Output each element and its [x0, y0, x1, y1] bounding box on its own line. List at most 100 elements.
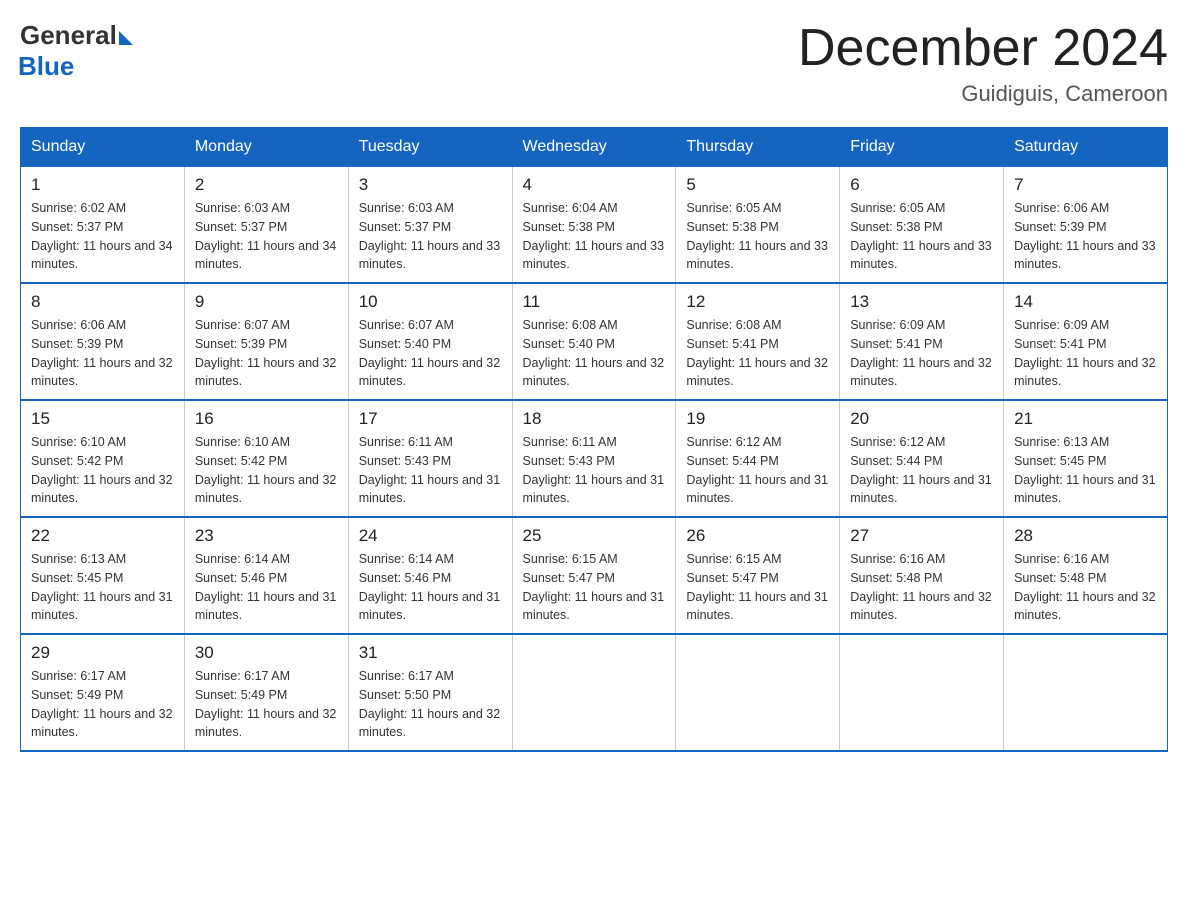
day-info: Sunrise: 6:09 AMSunset: 5:41 PMDaylight:… [850, 316, 993, 391]
calendar-cell: 18 Sunrise: 6:11 AMSunset: 5:43 PMDayligh… [512, 400, 676, 517]
calendar-cell: 9Sunrise: 6:07 AMSunset: 5:39 PMDaylight… [184, 283, 348, 400]
calendar-body: 1 Sunrise: 6:02 AMSunset: 5:37 PMDaylight… [21, 167, 1168, 752]
day-info: Sunrise: 6:15 AMSunset: 5:47 PMDaylight:… [686, 550, 829, 625]
week-row-1: 1 Sunrise: 6:02 AMSunset: 5:37 PMDaylight… [21, 167, 1168, 284]
day-info: Sunrise: 6:11 AMSunset: 5:43 PMDaylight:… [359, 433, 502, 508]
day-number: 22 [31, 526, 174, 546]
day-info: Sunrise: 6:03 AMSunset: 5:37 PMDaylight:… [195, 199, 338, 274]
day-info: Sunrise: 6:13 AMSunset: 5:45 PMDaylight:… [1014, 433, 1157, 508]
calendar-cell: 29Sunrise: 6:17 AMSunset: 5:49 PMDayligh… [21, 634, 185, 751]
day-info: Sunrise: 6:10 AMSunset: 5:42 PMDaylight:… [195, 433, 338, 508]
day-number: 18 [523, 409, 666, 429]
day-info: Sunrise: 6:09 AMSunset: 5:41 PMDaylight:… [1014, 316, 1157, 391]
day-number: 10 [359, 292, 502, 312]
week-row-3: 15Sunrise: 6:10 AMSunset: 5:42 PMDayligh… [21, 400, 1168, 517]
calendar-cell: 15Sunrise: 6:10 AMSunset: 5:42 PMDayligh… [21, 400, 185, 517]
calendar-cell: 11 Sunrise: 6:08 AMSunset: 5:40 PMDayligh… [512, 283, 676, 400]
calendar-table: SundayMondayTuesdayWednesdayThursdayFrid… [20, 127, 1168, 752]
day-info: Sunrise: 6:13 AMSunset: 5:45 PMDaylight:… [31, 550, 174, 625]
day-number: 5 [686, 175, 829, 195]
day-info: Sunrise: 6:05 AMSunset: 5:38 PMDaylight:… [686, 199, 829, 274]
calendar-cell: 26Sunrise: 6:15 AMSunset: 5:47 PMDayligh… [676, 517, 840, 634]
month-title: December 2024 [798, 20, 1168, 77]
day-number: 31 [359, 643, 502, 663]
day-info: Sunrise: 6:02 AMSunset: 5:37 PMDaylight:… [31, 199, 174, 274]
calendar-header: SundayMondayTuesdayWednesdayThursdayFrid… [21, 128, 1168, 167]
day-info: Sunrise: 6:15 AMSunset: 5:47 PMDaylight:… [523, 550, 666, 625]
logo-blue-text: Blue [18, 51, 74, 82]
day-number: 28 [1014, 526, 1157, 546]
day-number: 11 [523, 292, 666, 312]
title-area: December 2024 Guidiguis, Cameroon [798, 20, 1168, 107]
calendar-cell: 30 Sunrise: 6:17 AMSunset: 5:49 PMDayligh… [184, 634, 348, 751]
day-info: Sunrise: 6:08 AMSunset: 5:41 PMDaylight:… [686, 316, 829, 391]
calendar-cell: 4Sunrise: 6:04 AMSunset: 5:38 PMDaylight… [512, 167, 676, 284]
location-subtitle: Guidiguis, Cameroon [798, 81, 1168, 107]
day-info: Sunrise: 6:12 AMSunset: 5:44 PMDaylight:… [686, 433, 829, 508]
day-number: 2 [195, 175, 338, 195]
calendar-cell: 1 Sunrise: 6:02 AMSunset: 5:37 PMDaylight… [21, 167, 185, 284]
day-number: 25 [523, 526, 666, 546]
header-cell-friday: Friday [840, 128, 1004, 167]
day-number: 16 [195, 409, 338, 429]
calendar-cell: 3Sunrise: 6:03 AMSunset: 5:37 PMDaylight… [348, 167, 512, 284]
day-number: 4 [523, 175, 666, 195]
day-info: Sunrise: 6:07 AMSunset: 5:40 PMDaylight:… [359, 316, 502, 391]
day-info: Sunrise: 6:17 AMSunset: 5:49 PMDaylight:… [195, 667, 338, 742]
day-info: Sunrise: 6:16 AMSunset: 5:48 PMDaylight:… [1014, 550, 1157, 625]
logo-general-text: General [20, 20, 117, 51]
calendar-cell: 24 Sunrise: 6:14 AMSunset: 5:46 PMDayligh… [348, 517, 512, 634]
header-cell-wednesday: Wednesday [512, 128, 676, 167]
calendar-cell: 10 Sunrise: 6:07 AMSunset: 5:40 PMDayligh… [348, 283, 512, 400]
calendar-cell: 6 Sunrise: 6:05 AMSunset: 5:38 PMDaylight… [840, 167, 1004, 284]
logo: General Blue [20, 20, 133, 82]
day-number: 6 [850, 175, 993, 195]
calendar-cell: 25 Sunrise: 6:15 AMSunset: 5:47 PMDayligh… [512, 517, 676, 634]
day-info: Sunrise: 6:14 AMSunset: 5:46 PMDaylight:… [195, 550, 338, 625]
calendar-cell [840, 634, 1004, 751]
calendar-cell [512, 634, 676, 751]
header-cell-saturday: Saturday [1004, 128, 1168, 167]
calendar-cell: 21 Sunrise: 6:13 AMSunset: 5:45 PMDayligh… [1004, 400, 1168, 517]
calendar-cell: 12 Sunrise: 6:08 AMSunset: 5:41 PMDayligh… [676, 283, 840, 400]
header-cell-sunday: Sunday [21, 128, 185, 167]
logo-triangle-icon [119, 31, 133, 45]
page-header: General Blue December 2024 Guidiguis, Ca… [20, 20, 1168, 107]
day-number: 27 [850, 526, 993, 546]
header-cell-thursday: Thursday [676, 128, 840, 167]
day-number: 13 [850, 292, 993, 312]
header-cell-monday: Monday [184, 128, 348, 167]
day-number: 30 [195, 643, 338, 663]
day-number: 21 [1014, 409, 1157, 429]
header-cell-tuesday: Tuesday [348, 128, 512, 167]
day-number: 8 [31, 292, 174, 312]
day-number: 1 [31, 175, 174, 195]
day-info: Sunrise: 6:10 AMSunset: 5:42 PMDaylight:… [31, 433, 174, 508]
calendar-cell: 5 Sunrise: 6:05 AMSunset: 5:38 PMDaylight… [676, 167, 840, 284]
day-number: 9 [195, 292, 338, 312]
day-number: 14 [1014, 292, 1157, 312]
day-info: Sunrise: 6:08 AMSunset: 5:40 PMDaylight:… [523, 316, 666, 391]
calendar-cell: 13 Sunrise: 6:09 AMSunset: 5:41 PMDayligh… [840, 283, 1004, 400]
day-info: Sunrise: 6:14 AMSunset: 5:46 PMDaylight:… [359, 550, 502, 625]
calendar-cell: 31Sunrise: 6:17 AMSunset: 5:50 PMDayligh… [348, 634, 512, 751]
calendar-cell: 8 Sunrise: 6:06 AMSunset: 5:39 PMDaylight… [21, 283, 185, 400]
week-row-4: 22 Sunrise: 6:13 AMSunset: 5:45 PMDayligh… [21, 517, 1168, 634]
day-info: Sunrise: 6:05 AMSunset: 5:38 PMDaylight:… [850, 199, 993, 274]
calendar-cell [1004, 634, 1168, 751]
calendar-cell: 2 Sunrise: 6:03 AMSunset: 5:37 PMDaylight… [184, 167, 348, 284]
calendar-cell: 14 Sunrise: 6:09 AMSunset: 5:41 PMDayligh… [1004, 283, 1168, 400]
calendar-cell: 20Sunrise: 6:12 AMSunset: 5:44 PMDayligh… [840, 400, 1004, 517]
day-info: Sunrise: 6:12 AMSunset: 5:44 PMDaylight:… [850, 433, 993, 508]
day-number: 7 [1014, 175, 1157, 195]
day-info: Sunrise: 6:06 AMSunset: 5:39 PMDaylight:… [31, 316, 174, 391]
calendar-cell: 7Sunrise: 6:06 AMSunset: 5:39 PMDaylight… [1004, 167, 1168, 284]
day-number: 24 [359, 526, 502, 546]
calendar-cell: 23Sunrise: 6:14 AMSunset: 5:46 PMDayligh… [184, 517, 348, 634]
calendar-cell [676, 634, 840, 751]
calendar-cell: 22 Sunrise: 6:13 AMSunset: 5:45 PMDayligh… [21, 517, 185, 634]
day-info: Sunrise: 6:11 AMSunset: 5:43 PMDaylight:… [523, 433, 666, 508]
day-number: 17 [359, 409, 502, 429]
day-number: 12 [686, 292, 829, 312]
calendar-cell: 17 Sunrise: 6:11 AMSunset: 5:43 PMDayligh… [348, 400, 512, 517]
